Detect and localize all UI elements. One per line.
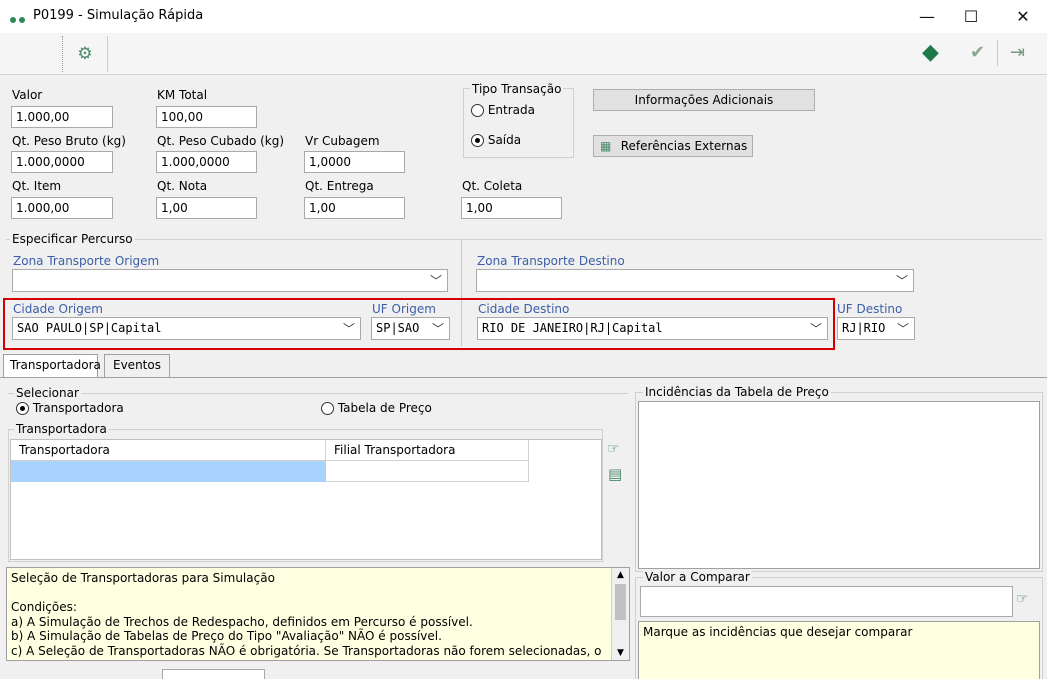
info-scrollbar[interactable]: ▲ ▼ [611,568,629,660]
incidencias-label: Incidências da Tabela de Preço [643,385,831,399]
grid-header-transportadora[interactable]: Transportadora [11,440,326,461]
uf-destino-value: RJ|RIO [842,321,886,335]
incidencias-list[interactable] [638,401,1040,569]
qt-entrega-input[interactable]: 1,00 [304,197,405,219]
chevron-down-icon: ﹀ [895,274,908,288]
zona-destino-label: Zona Transporte Destino [477,254,625,268]
toolbar-divider [997,40,998,66]
vr-cubagem-label: Vr Cubagem [305,134,380,148]
info-line-3: a) A Simulação de Trechos de Redespacho,… [11,614,473,629]
referencias-externas-button[interactable]: ▦ Referências Externas [593,135,753,157]
qt-entrega-label: Qt. Entrega [305,179,374,193]
minimize-icon[interactable]: — [904,0,950,33]
scroll-up-icon[interactable]: ▲ [612,568,629,582]
app-icon [10,12,28,26]
radio-tabela-preco-label: Tabela de Preço [337,401,432,415]
qt-item-input[interactable]: 1.000,00 [11,197,113,219]
km-total-label: KM Total [157,88,208,102]
valor-comparar-input[interactable] [640,586,1013,617]
zona-destino-select[interactable]: ﹀ [476,269,914,292]
info-text-panel: Seleção de Transportadoras para Simulaçã… [6,567,630,661]
check-icon[interactable]: ✔ [970,42,985,63]
chevron-down-icon: ﹀ [896,322,909,336]
informacoes-adicionais-button[interactable]: Informações Adicionais [593,89,815,111]
tipo-transacao-label: Tipo Transação [470,82,564,96]
zona-origem-label: Zona Transporte Origem [13,254,160,268]
exit-icon[interactable]: ⇥ [1010,42,1025,63]
grid-header-filial[interactable]: Filial Transportadora [326,440,529,461]
radio-transportadora-label: Transportadora [32,401,124,415]
table-row-cell[interactable] [326,461,529,482]
radio-entrada-label: Entrada [487,103,535,117]
valor-label: Valor [12,88,43,102]
hint-panel: Marque as incidências que desejar compar… [638,621,1040,679]
qt-coleta-label: Qt. Coleta [462,179,523,193]
data-field-partial[interactable] [162,669,265,679]
qt-nota-input[interactable]: 1,00 [156,197,257,219]
grid-list-icon[interactable]: ▤ [608,465,622,483]
peso-cubado-input[interactable]: 1.000,0000 [156,151,257,173]
radio-transportadora[interactable]: Transportadora [16,401,124,415]
vr-cubagem-input[interactable]: 1,0000 [304,151,405,173]
close-icon[interactable]: ✕ [1000,0,1046,33]
radio-entrada[interactable]: Entrada [471,103,535,117]
uf-destino-label: UF Destino [837,302,903,316]
qt-coleta-input[interactable]: 1,00 [461,197,562,219]
highlight-box [3,298,835,350]
zona-origem-select[interactable]: ﹀ [12,269,448,292]
info-line-4: b) A Simulação de Tabelas de Preço do Ti… [11,629,442,643]
tipo-transacao-group [463,88,574,158]
toolbar [0,33,1047,75]
window-title: P0199 - Simulação Rápida [33,8,204,23]
pointing-hand-icon[interactable]: ☞ [607,441,620,457]
tab-transportadora[interactable]: Transportadora [3,354,101,378]
transportadora-group-label: Transportadora [14,422,109,436]
qt-nota-label: Qt. Nota [157,179,208,193]
bottom-strip [0,662,636,679]
referencias-icon: ▦ [600,139,612,153]
uf-destino-select[interactable]: RJ|RIO ﹀ [837,317,915,340]
radio-saida-label: Saída [487,133,522,147]
qt-item-label: Qt. Item [12,179,62,193]
km-total-input[interactable]: 100,00 [156,106,257,128]
peso-bruto-input[interactable]: 1.000,0000 [11,151,113,173]
valor-comparar-label: Valor a Comparar [643,570,752,584]
radio-tabela-preco[interactable]: Tabela de Preço [321,401,432,415]
tab-eventos[interactable]: Eventos [104,354,170,377]
chevron-down-icon: ﹀ [429,274,442,288]
maximize-icon[interactable]: ☐ [948,0,994,33]
tab-strip-line [0,377,1047,378]
gear-icon[interactable]: ⚙ [62,36,108,72]
info-line-2: Condições: [11,600,77,614]
hint-text: Marque as incidências que desejar compar… [643,625,913,639]
peso-bruto-label: Qt. Peso Bruto (kg) [12,134,126,148]
valor-input[interactable]: 1.000,00 [11,106,113,128]
selecionar-label: Selecionar [14,386,81,400]
info-line-1: Seleção de Transportadoras para Simulaçã… [11,571,275,585]
referencias-externas-label: Referências Externas [620,139,748,153]
table-row-selected-cell[interactable] [11,461,326,482]
peso-cubado-label: Qt. Peso Cubado (kg) [157,134,285,148]
pointing-hand-icon[interactable]: ☞ [1016,591,1029,607]
confirm-diamond-icon[interactable]: ◆ [922,40,939,65]
percurso-label: Especificar Percurso [10,232,135,246]
radio-saida[interactable]: Saída [471,133,521,147]
scroll-down-icon[interactable]: ▼ [612,646,629,660]
info-line-5: c) A Seleção de Transportadoras NÃO é ob… [11,643,602,658]
scroll-thumb[interactable] [615,584,626,620]
